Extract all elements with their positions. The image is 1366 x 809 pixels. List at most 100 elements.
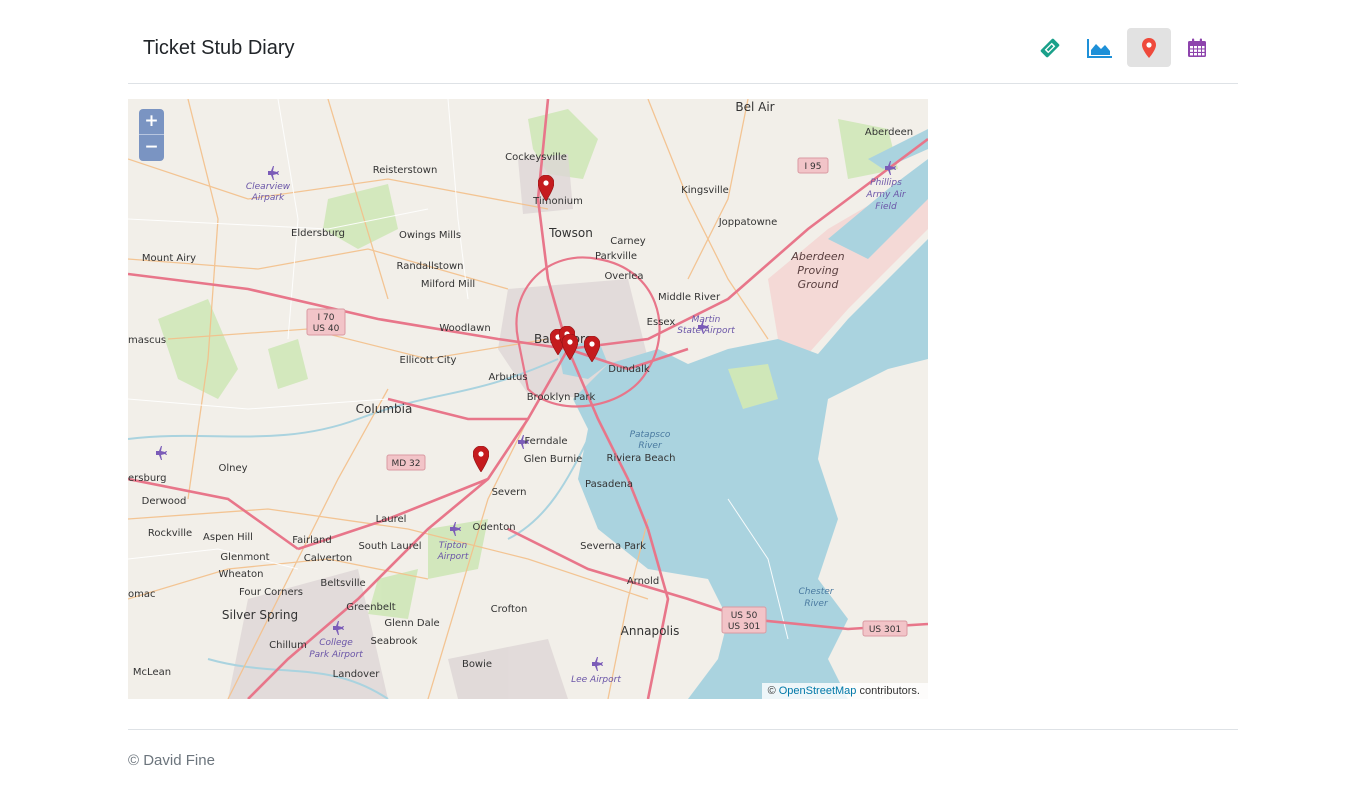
label-annapolis: Annapolis bbox=[621, 624, 680, 638]
label-laurel: Laurel bbox=[376, 514, 407, 525]
zoom-in-button[interactable]: + bbox=[139, 109, 164, 134]
map-marker-icon bbox=[1142, 37, 1156, 58]
shield-md32: MD 32 bbox=[386, 454, 426, 471]
label-south-laurel: South Laurel bbox=[358, 541, 421, 552]
shield-us50-label: US 50 bbox=[731, 611, 758, 621]
label-arbutus: Arbutus bbox=[488, 372, 527, 383]
label-mclean: McLean bbox=[133, 667, 171, 678]
map-marker[interactable] bbox=[584, 336, 600, 362]
shield-i70-label: I 70 bbox=[318, 313, 335, 323]
nav-tickets[interactable] bbox=[1028, 28, 1072, 67]
label-odenton: Odenton bbox=[472, 522, 515, 533]
label-bel-air: Bel Air bbox=[735, 100, 774, 114]
shield-us301a-label: US 301 bbox=[728, 622, 760, 632]
calendar-icon bbox=[1187, 38, 1207, 58]
area-chart-icon bbox=[1087, 38, 1113, 58]
label-landover: Landover bbox=[333, 669, 381, 680]
label-severn: Severn bbox=[492, 487, 527, 498]
nav-calendar[interactable] bbox=[1175, 28, 1219, 67]
label-phillips: Phillips bbox=[870, 178, 902, 188]
label-glenn-dale: Glenn Dale bbox=[384, 618, 439, 629]
label-tipton-airport: Airport bbox=[437, 552, 469, 562]
header: Ticket Stub Diary bbox=[128, 0, 1238, 84]
map-marker[interactable] bbox=[473, 446, 489, 472]
label-arnold: Arnold bbox=[627, 576, 659, 587]
zoom-control: + − bbox=[139, 109, 164, 161]
label-woodlawn: Woodlawn bbox=[439, 323, 490, 334]
footer-copyright: © David Fine bbox=[128, 752, 215, 769]
label-potomac: omac bbox=[128, 589, 156, 600]
label-clearview: Clearview bbox=[246, 182, 291, 192]
label-college: College bbox=[319, 638, 353, 648]
label-milford-mill: Milford Mill bbox=[421, 279, 475, 290]
label-derwood: Derwood bbox=[142, 496, 187, 507]
label-tipton: Tipton bbox=[439, 541, 468, 551]
label-aberdeen: Aberdeen bbox=[865, 127, 913, 138]
shield-md32-label: MD 32 bbox=[391, 459, 420, 469]
label-ellicott-city: Ellicott City bbox=[400, 355, 457, 366]
shield-i95: I 95 bbox=[797, 157, 829, 174]
map-tiles[interactable]: I 95 I 70 US 40 MD 32 US 50 US 301 US 30… bbox=[128, 99, 928, 699]
label-proving: Proving bbox=[797, 264, 838, 277]
label-crofton: Crofton bbox=[491, 604, 528, 615]
label-owings-mills: Owings Mills bbox=[399, 230, 461, 241]
app-title[interactable]: Ticket Stub Diary bbox=[143, 36, 295, 60]
label-ground: Ground bbox=[798, 278, 840, 291]
label-middle-river: Middle River bbox=[658, 292, 721, 303]
label-wheaton: Wheaton bbox=[219, 569, 264, 580]
label-dundalk: Dundalk bbox=[608, 364, 650, 375]
attribution-suffix: contributors. bbox=[856, 685, 920, 697]
label-olney: Olney bbox=[218, 463, 247, 474]
label-essex: Essex bbox=[647, 317, 676, 328]
label-aberdeen-proving: Aberdeen bbox=[790, 250, 844, 263]
shield-i95-label: I 95 bbox=[805, 162, 822, 172]
shield-us50-us301: US 50 US 301 bbox=[721, 606, 767, 634]
nav-stats[interactable] bbox=[1078, 28, 1122, 67]
shield-us301: US 301 bbox=[862, 620, 908, 637]
label-glen-burnie: Glen Burnie bbox=[524, 454, 583, 465]
label-silver-spring: Silver Spring bbox=[222, 608, 298, 622]
map[interactable]: I 95 I 70 US 40 MD 32 US 50 US 301 US 30… bbox=[128, 99, 928, 699]
label-patapsco-river: River bbox=[638, 441, 663, 451]
label-glenmont: Glenmont bbox=[220, 552, 269, 563]
label-chillum: Chillum bbox=[269, 640, 307, 651]
label-cockeysville: Cockeysville bbox=[505, 152, 567, 163]
label-joppatowne: Joppatowne bbox=[718, 217, 778, 228]
label-rockville: Rockville bbox=[148, 528, 192, 539]
label-bowie: Bowie bbox=[462, 659, 492, 670]
label-overlea: Overlea bbox=[604, 271, 643, 282]
label-eldersburg: Eldersburg bbox=[291, 228, 345, 239]
map-marker[interactable] bbox=[538, 175, 554, 201]
label-parkville: Parkville bbox=[595, 251, 637, 262]
label-damascus: mascus bbox=[128, 335, 166, 346]
zoom-out-button[interactable]: − bbox=[139, 134, 164, 161]
label-four-corners: Four Corners bbox=[239, 587, 303, 598]
label-park-airport: Park Airport bbox=[309, 650, 363, 660]
label-chester: Chester bbox=[799, 587, 835, 597]
label-riviera-beach: Riviera Beach bbox=[607, 453, 676, 464]
label-carney: Carney bbox=[610, 236, 646, 247]
label-aspen-hill: Aspen Hill bbox=[203, 532, 253, 543]
shield-us40-label: US 40 bbox=[313, 324, 340, 334]
label-reisterstown: Reisterstown bbox=[373, 165, 438, 176]
label-severna-park: Severna Park bbox=[580, 541, 646, 552]
label-chester-river: River bbox=[804, 599, 829, 609]
label-airpark: Airpark bbox=[251, 193, 285, 203]
nav-map[interactable] bbox=[1127, 28, 1171, 67]
label-martin: Martin bbox=[692, 315, 721, 325]
label-fairland: Fairland bbox=[292, 535, 331, 546]
label-patapsco: Patapsco bbox=[630, 430, 671, 440]
label-field: Field bbox=[875, 202, 897, 212]
ticket-icon bbox=[1039, 37, 1061, 59]
label-seabrook: Seabrook bbox=[371, 636, 418, 647]
label-calverton: Calverton bbox=[304, 553, 352, 564]
label-greenbelt: Greenbelt bbox=[346, 602, 396, 613]
label-ferndale: Ferndale bbox=[524, 436, 567, 447]
shield-i70-us40: I 70 US 40 bbox=[306, 308, 346, 336]
map-marker[interactable] bbox=[562, 334, 578, 360]
label-kingsville: Kingsville bbox=[681, 185, 729, 196]
label-mount-airy: Mount Airy bbox=[142, 253, 196, 264]
openstreetmap-link[interactable]: OpenStreetMap bbox=[779, 685, 857, 697]
label-gaithersburg: ersburg bbox=[128, 473, 166, 484]
label-state-airport: State Airport bbox=[677, 326, 735, 336]
